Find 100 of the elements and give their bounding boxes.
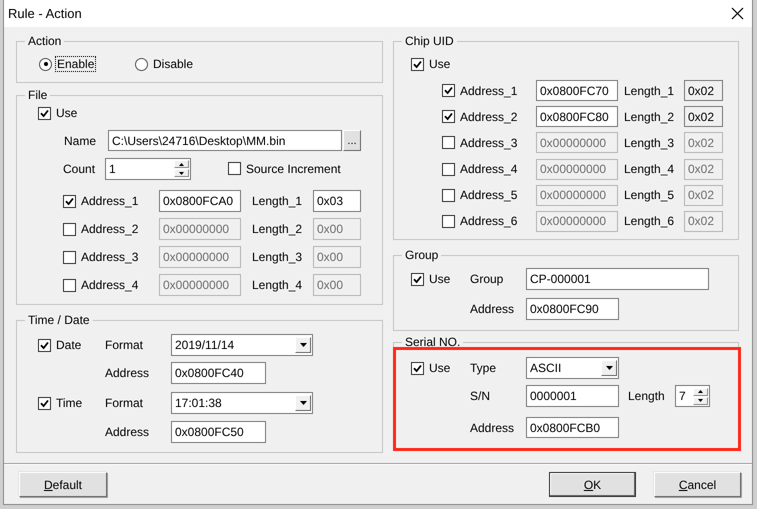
group-title: Group xyxy=(404,248,440,262)
field-label: Length_1 xyxy=(624,84,674,98)
text-field[interactable]: 0x02 xyxy=(684,158,723,180)
cancel-button[interactable]: Cancel xyxy=(654,472,741,497)
text-field[interactable]: 0x02 xyxy=(684,184,723,206)
field-label: Length_4 xyxy=(624,162,674,176)
field-label: Length_2 xyxy=(252,222,302,236)
radio-button[interactable]: Disable xyxy=(135,57,194,71)
field-label: Type xyxy=(470,361,496,375)
text-field[interactable]: 0x0800FC40 xyxy=(171,362,266,384)
text-field[interactable]: 0x02 xyxy=(684,106,723,128)
text-field[interactable]: 0x00000000 xyxy=(159,218,241,240)
browse-button[interactable]: ... xyxy=(343,130,361,151)
up-triangle-icon xyxy=(698,390,703,393)
checkbox[interactable]: Use xyxy=(38,106,78,120)
check-icon xyxy=(40,340,49,350)
spin-box[interactable]: 1 xyxy=(105,158,191,180)
checkbox[interactable]: Address_5 xyxy=(442,188,518,202)
dropdown[interactable]: 2019/11/14 xyxy=(171,334,313,356)
checkbox[interactable]: Use xyxy=(411,361,450,375)
checkbox[interactable]: Address_4 xyxy=(63,278,138,292)
field-label: Length_2 xyxy=(624,110,674,124)
field-label: Length_3 xyxy=(624,136,674,150)
field-label: S/N xyxy=(470,389,490,403)
radio-button[interactable]: Enable xyxy=(39,57,96,71)
text-field[interactable]: 0x02 xyxy=(684,80,723,101)
spin-up-button[interactable] xyxy=(174,160,189,168)
text-field[interactable]: 0x00000000 xyxy=(536,210,618,232)
text-field[interactable]: 0x0800FCB0 xyxy=(526,417,619,438)
check-icon xyxy=(413,60,422,68)
checkbox[interactable]: Address_3 xyxy=(442,136,518,150)
check-icon xyxy=(40,108,49,118)
text-field[interactable]: 0x00000000 xyxy=(536,184,618,206)
text-field[interactable]: 0x00000000 xyxy=(536,132,618,154)
group-title: Action xyxy=(27,34,62,48)
group-title: Chip UID xyxy=(404,34,455,48)
field-label: Length_3 xyxy=(252,250,302,264)
check-icon xyxy=(444,86,453,95)
field-label: Name xyxy=(64,134,96,148)
field-label: Address xyxy=(470,302,514,316)
checkbox[interactable]: Time xyxy=(38,396,82,410)
field-label: Address xyxy=(105,425,150,439)
text-field[interactable]: 0x00000000 xyxy=(159,246,241,268)
ok-button[interactable]: OK xyxy=(549,472,636,497)
checkbox[interactable]: Address_4 xyxy=(442,162,518,176)
checkbox[interactable]: Address_2 xyxy=(63,222,138,236)
default-button[interactable]: Default xyxy=(19,472,107,497)
text-field[interactable]: 0x02 xyxy=(684,132,723,154)
field-label: Format xyxy=(105,338,144,352)
check-icon xyxy=(413,364,422,372)
text-field[interactable]: CP-000001 xyxy=(526,268,709,290)
field-label: Address xyxy=(105,366,150,380)
group-title: File xyxy=(27,88,48,102)
checkbox[interactable]: Address_1 xyxy=(442,84,518,98)
check-icon xyxy=(65,196,74,206)
spin-box[interactable]: 7 xyxy=(675,385,710,407)
close-icon[interactable] xyxy=(731,7,744,20)
text-field[interactable]: 0x00 xyxy=(313,218,361,240)
checkbox[interactable]: Address_6 xyxy=(442,214,518,228)
down-triangle-icon xyxy=(698,399,703,402)
field-label: Group xyxy=(470,272,504,286)
text-field[interactable]: 0000001 xyxy=(526,385,619,407)
text-field[interactable]: 0x0800FC50 xyxy=(171,421,266,443)
field-label: Length_6 xyxy=(624,214,674,228)
text-field[interactable]: 0x00 xyxy=(313,246,361,268)
text-field[interactable]: 0x0800FC70 xyxy=(536,80,618,101)
spin-down-button[interactable] xyxy=(693,396,708,404)
checkbox[interactable]: Source Increment xyxy=(228,162,341,176)
text-field[interactable]: C:\Users\24716\Desktop\MM.bin xyxy=(108,130,342,151)
checkbox[interactable]: Address_1 xyxy=(63,194,138,208)
text-field[interactable]: 0x0800FCA0 xyxy=(159,190,241,212)
up-triangle-icon xyxy=(179,162,184,166)
checkbox[interactable]: Use xyxy=(411,57,450,71)
spin-down-button[interactable] xyxy=(174,169,189,177)
check-icon xyxy=(40,398,49,408)
window-title: Rule - Action xyxy=(8,6,83,21)
checkbox[interactable]: Address_2 xyxy=(442,110,518,124)
caret-icon xyxy=(300,401,306,405)
checkbox[interactable]: Address_3 xyxy=(63,250,138,264)
field-label: Length_1 xyxy=(252,194,302,208)
text-field[interactable]: 0x0800FC80 xyxy=(536,106,618,128)
caret-icon xyxy=(300,343,306,347)
dropdown[interactable]: ASCII xyxy=(526,357,619,379)
text-field[interactable]: 0x0800FC90 xyxy=(526,298,619,320)
checkbox[interactable]: Use xyxy=(411,272,450,286)
group-title: Time / Date xyxy=(27,313,91,327)
dropdown[interactable]: 17:01:38 xyxy=(171,392,313,414)
down-triangle-icon xyxy=(179,172,184,174)
group-title: Serial NO. xyxy=(404,335,462,349)
field-label: Address xyxy=(470,420,514,434)
caret-icon xyxy=(606,366,612,370)
checkbox[interactable]: Date xyxy=(38,338,82,352)
text-field[interactable]: 0x00000000 xyxy=(159,274,241,296)
text-field[interactable]: 0x00 xyxy=(313,274,361,296)
field-label: Format xyxy=(105,396,144,410)
field-label: Count xyxy=(63,162,96,176)
spin-up-button[interactable] xyxy=(693,388,708,396)
text-field[interactable]: 0x03 xyxy=(313,190,361,212)
text-field[interactable]: 0x00000000 xyxy=(536,158,618,180)
text-field[interactable]: 0x02 xyxy=(684,210,723,232)
